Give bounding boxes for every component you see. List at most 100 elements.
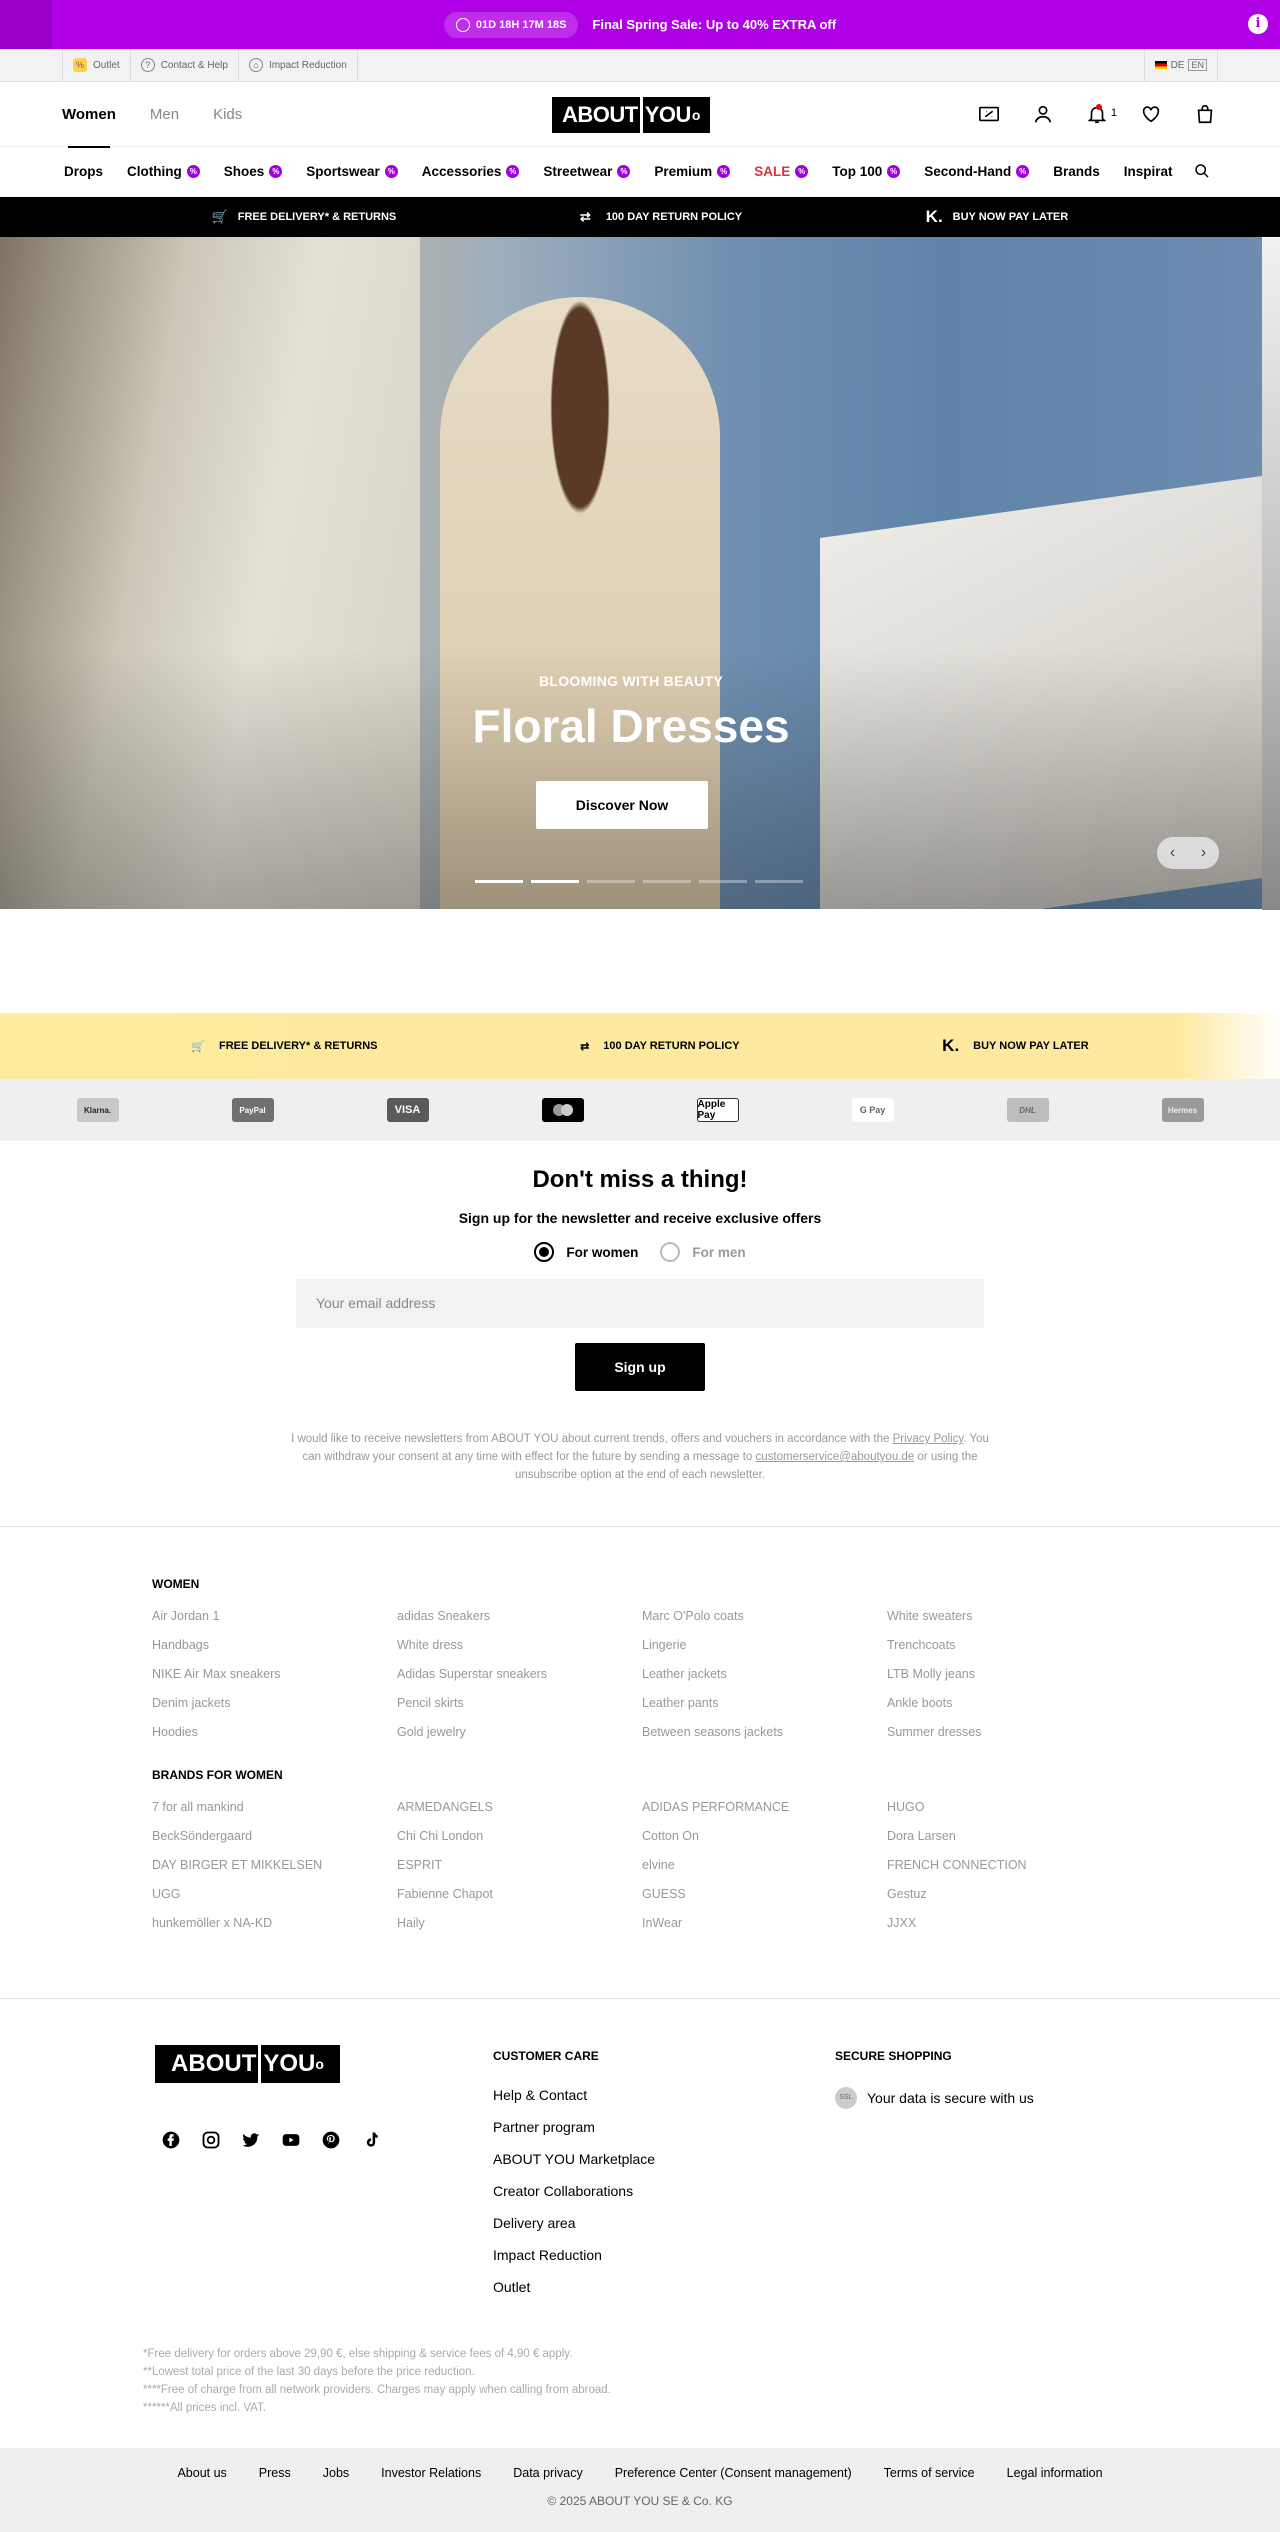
brand-link[interactable]: HUGO [887,1800,1132,1815]
wishlist-heart-icon[interactable] [1138,101,1164,127]
women-category-link[interactable]: Handbags [152,1638,397,1653]
nav-accessories[interactable]: Accessories% [410,164,532,179]
radio-for-men[interactable]: For men [660,1242,746,1262]
search-icon[interactable] [1194,163,1210,182]
brand-link[interactable]: FRENCH CONNECTION [887,1858,1132,1873]
nav-inspiration[interactable]: Inspirat [1112,164,1185,179]
account-icon[interactable] [1030,101,1056,127]
voucher-icon[interactable] [976,101,1002,127]
women-category-link[interactable]: Gold jewelry [397,1725,642,1740]
lang-en[interactable]: EN [1188,59,1207,71]
chevron-right-icon[interactable]: › [1201,844,1206,862]
site-logo[interactable]: ABOUT YOU o [552,97,710,133]
footer-link-creators[interactable]: Creator Collaborations [493,2183,655,2215]
nav-brands[interactable]: Brands [1041,164,1112,179]
brand-link[interactable]: elvine [642,1858,887,1873]
brand-link[interactable]: GUESS [642,1887,887,1902]
brand-link[interactable]: ARMEDANGELS [397,1800,642,1815]
bottom-link[interactable]: About us [177,2466,226,2480]
contact-link[interactable]: ? Contact & Help [129,48,238,82]
bottom-link[interactable]: Jobs [323,2466,349,2480]
pinterest-icon[interactable] [320,2129,342,2151]
brand-link[interactable]: 7 for all mankind [152,1800,397,1815]
footer-link-delivery[interactable]: Delivery area [493,2215,655,2247]
women-category-link[interactable]: adidas Sneakers [397,1609,642,1624]
footer-logo[interactable]: ABOUT YOU o [155,2045,340,2083]
nav-shoes[interactable]: Shoes% [212,164,295,179]
instagram-icon[interactable] [200,2129,222,2151]
radio-for-women[interactable]: For women [534,1242,638,1262]
nav-sale[interactable]: SALE% [742,164,820,179]
women-category-link[interactable]: Summer dresses [887,1725,1132,1740]
women-category-link[interactable]: Ankle boots [887,1696,1132,1711]
nav-drops[interactable]: Drops [52,164,115,179]
shopping-bag-icon[interactable] [1192,101,1218,127]
brand-link[interactable]: JJXX [887,1916,1132,1931]
footer-link-help[interactable]: Help & Contact [493,2087,655,2119]
carousel-dot[interactable] [699,880,747,883]
carousel-dot[interactable] [531,880,579,883]
women-category-link[interactable]: Between seasons jackets [642,1725,887,1740]
twitter-icon[interactable] [240,2129,262,2151]
promo-text[interactable]: Final Spring Sale: Up to 40% EXTRA off [592,17,836,32]
bottom-link[interactable]: Data privacy [513,2466,582,2480]
nav-sportswear[interactable]: Sportswear% [294,164,410,179]
footer-link-impact[interactable]: Impact Reduction [493,2247,655,2279]
carousel-dot[interactable] [475,880,523,883]
brand-link[interactable]: ADIDAS PERFORMANCE [642,1800,887,1815]
women-category-link[interactable]: White dress [397,1638,642,1653]
sign-up-button[interactable]: Sign up [575,1343,705,1391]
brand-link[interactable]: InWear [642,1916,887,1931]
nav-streetwear[interactable]: Streetwear% [531,164,642,179]
footer-link-marketplace[interactable]: ABOUT YOU Marketplace [493,2151,655,2183]
nav-top-100[interactable]: Top 100% [820,164,912,179]
brand-link[interactable]: hunkemöller x NA-KD [152,1916,397,1931]
women-category-link[interactable]: Denim jackets [152,1696,397,1711]
brand-link[interactable]: Dora Larsen [887,1829,1132,1844]
bottom-link[interactable]: Preference Center (Consent management) [615,2466,852,2480]
bottom-link[interactable]: Legal information [1007,2466,1103,2480]
brand-link[interactable]: Cotton On [642,1829,887,1844]
brand-link[interactable]: Gestuz [887,1887,1132,1902]
carousel-dot[interactable] [755,880,803,883]
women-category-link[interactable]: Pencil skirts [397,1696,642,1711]
lang-de[interactable]: DE [1171,60,1185,71]
footer-link-partner[interactable]: Partner program [493,2119,655,2151]
brand-link[interactable]: UGG [152,1887,397,1902]
footer-link-outlet[interactable]: Outlet [493,2279,655,2311]
hero-banner[interactable]: BLOOMING WITH BEAUTY Floral Dresses Disc… [0,237,1262,909]
women-category-link[interactable]: Hoodies [152,1725,397,1740]
tab-men[interactable]: Men [150,82,179,147]
notification-bell-icon[interactable]: 1 [1084,101,1117,127]
nav-second-hand[interactable]: Second-Hand% [912,164,1041,179]
tab-women[interactable]: Women [62,82,116,148]
brand-link[interactable]: Chi Chi London [397,1829,642,1844]
bottom-link[interactable]: Press [259,2466,291,2480]
tab-kids[interactable]: Kids [213,82,242,147]
email-input[interactable]: Your email address [296,1279,984,1328]
brand-link[interactable]: Haily [397,1916,642,1931]
carousel-dot[interactable] [643,880,691,883]
discover-now-button[interactable]: Discover Now [536,781,708,829]
women-category-link[interactable]: LTB Molly jeans [887,1667,1132,1682]
women-category-link[interactable]: Leather jackets [642,1667,887,1682]
women-category-link[interactable]: Marc O'Polo coats [642,1609,887,1624]
language-switcher[interactable]: DE EN [1143,48,1218,82]
tiktok-icon[interactable] [360,2129,382,2151]
women-category-link[interactable]: White sweaters [887,1609,1132,1624]
women-category-link[interactable]: Adidas Superstar sneakers [397,1667,642,1682]
women-category-link[interactable]: Air Jordan 1 [152,1609,397,1624]
promo-bar[interactable]: 01D 18H 17M 18S Final Spring Sale: Up to… [0,0,1280,49]
chevron-left-icon[interactable]: ‹ [1170,844,1175,862]
facebook-icon[interactable] [160,2129,182,2151]
bottom-link[interactable]: Investor Relations [381,2466,481,2480]
impact-link[interactable]: ⌂ Impact Reduction [237,48,358,82]
privacy-policy-link[interactable]: Privacy Policy [893,1433,964,1445]
customer-service-email-link[interactable]: customerservice@aboutyou.de [756,1451,915,1463]
brand-link[interactable]: BeckSöndergaard [152,1829,397,1844]
info-icon[interactable]: i [1248,14,1268,34]
women-category-link[interactable]: Trenchcoats [887,1638,1132,1653]
brand-link[interactable]: ESPRIT [397,1858,642,1873]
brand-link[interactable]: Fabienne Chapot [397,1887,642,1902]
nav-premium[interactable]: Premium% [642,164,742,179]
